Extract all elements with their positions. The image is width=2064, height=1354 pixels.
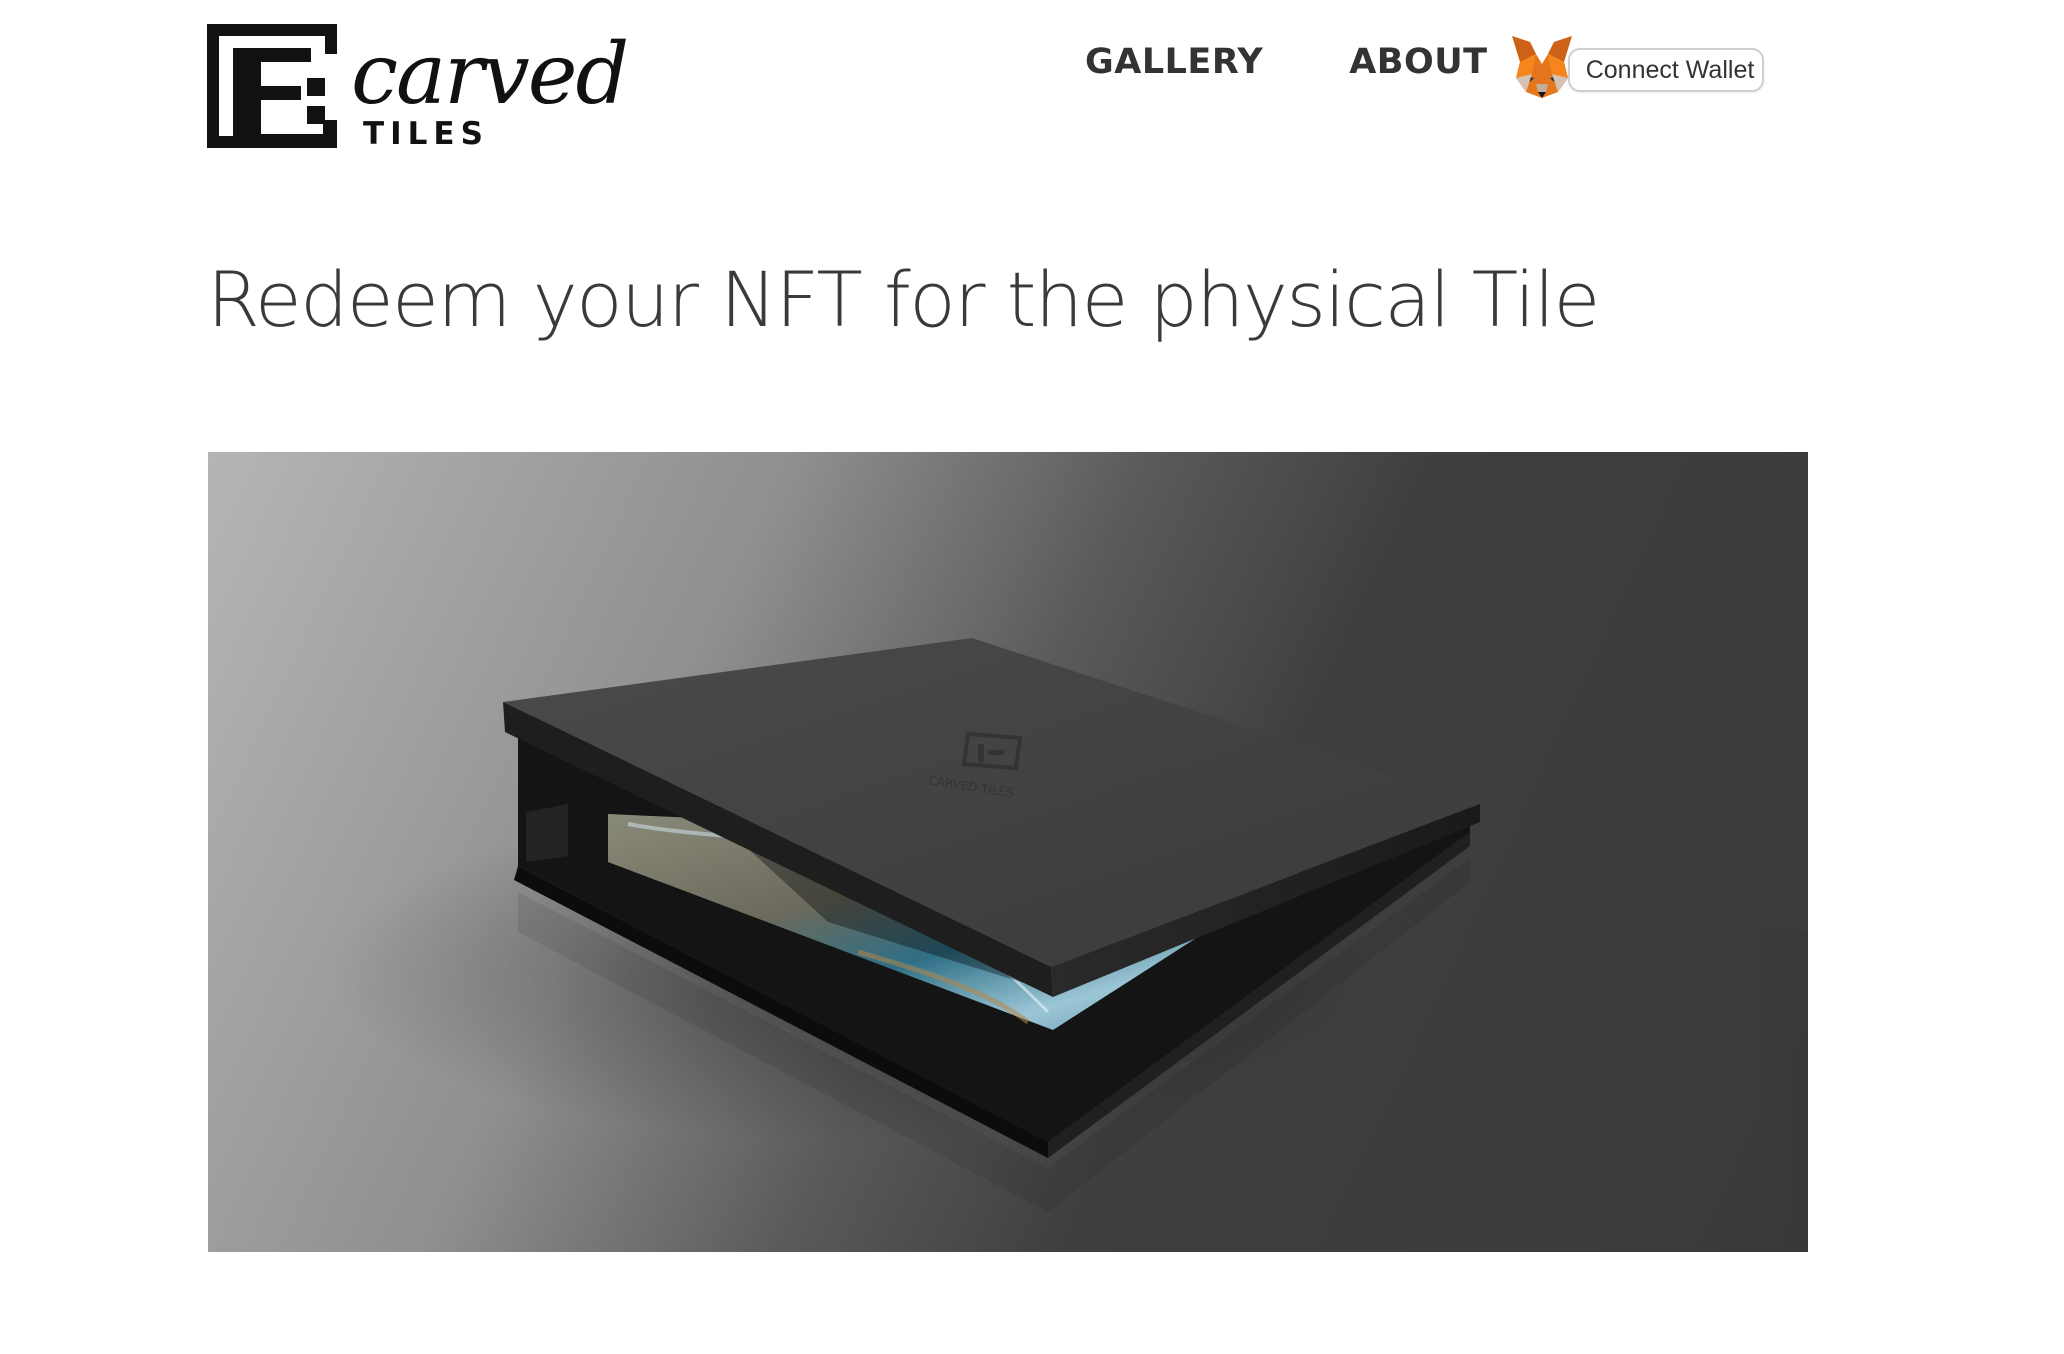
nav-gallery-link[interactable]: GALLERY <box>1085 42 1263 82</box>
page: carved TILES GALLERY ABOUT Connect Walle… <box>0 0 2064 1354</box>
connect-wallet[interactable]: Connect Wallet <box>1510 32 1768 102</box>
page-title: Redeem your NFT for the physical Tile <box>207 255 1600 344</box>
logo-mark-icon <box>207 24 337 148</box>
logo-script-text: carved <box>351 25 629 123</box>
connect-wallet-button[interactable]: Connect Wallet <box>1568 48 1764 92</box>
logo-subtitle: TILES <box>363 116 489 152</box>
nav-about-link[interactable]: ABOUT <box>1349 42 1487 82</box>
hero-image: CARVED TILES <box>208 452 1808 1252</box>
main-nav: GALLERY ABOUT <box>1085 42 1488 82</box>
logo-wordmark: carved TILES <box>351 24 629 154</box>
hero-edge-shade <box>1748 932 1808 1252</box>
box-render-illustration: CARVED TILES <box>328 638 1480 1212</box>
site-logo[interactable]: carved TILES <box>207 24 629 154</box>
metamask-fox-icon <box>1512 36 1572 98</box>
